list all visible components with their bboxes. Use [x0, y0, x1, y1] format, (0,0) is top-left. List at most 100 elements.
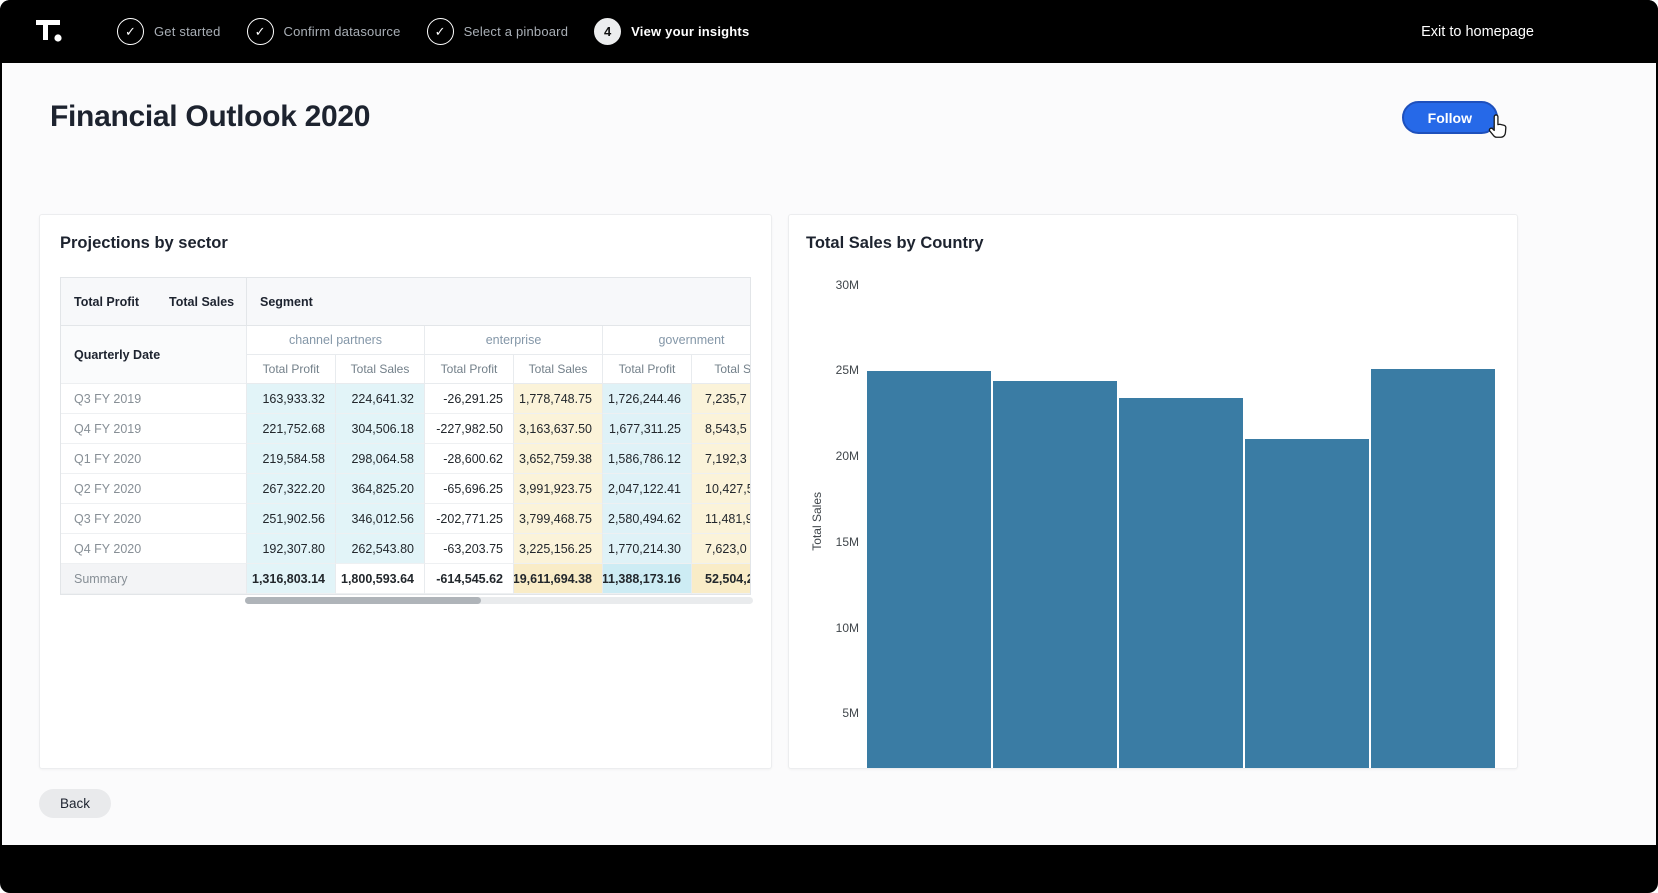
check-icon: ✓	[117, 18, 144, 45]
summary-cell: 19,611,694.38	[513, 564, 602, 594]
data-cell: -26,291.25	[424, 384, 513, 414]
table-card: Projections by sector Total ProfitTotal …	[39, 214, 772, 769]
column-header[interactable]: Total Sales	[513, 355, 602, 384]
data-cell: -63,203.75	[424, 534, 513, 564]
horizontal-scrollbar[interactable]	[245, 597, 753, 604]
cards-row: Projections by sector Total ProfitTotal …	[39, 214, 1518, 769]
data-cell: 267,322.20	[246, 474, 335, 504]
summary-cell: 1,800,593.64	[335, 564, 424, 594]
step-4-item[interactable]: 4View your insights	[594, 18, 749, 45]
y-tick-label: 25M	[836, 363, 859, 377]
row-label: Q3 FY 2020	[61, 504, 246, 534]
summary-cell: -614,545.62	[424, 564, 513, 594]
scrollbar-thumb[interactable]	[245, 597, 481, 604]
bar-2[interactable]	[993, 381, 1117, 769]
data-cell: 3,163,637.50	[513, 414, 602, 444]
step-label: Confirm datasource	[284, 24, 401, 39]
table-card-title: Projections by sector	[60, 234, 751, 253]
exit-homepage-link[interactable]: Exit to homepage	[1421, 24, 1534, 40]
row-label: Q4 FY 2020	[61, 534, 246, 564]
measure-header-2[interactable]: Total Sales	[169, 295, 234, 309]
page-header: Financial Outlook 2020 Follow	[2, 63, 1656, 134]
summary-cell: 1,316,803.14	[246, 564, 335, 594]
step-2-item[interactable]: ✓ Confirm datasource	[247, 18, 401, 45]
subheader-row: Total ProfitTotal SalesTotal ProfitTotal…	[246, 355, 751, 384]
row-label: Q4 FY 2019	[61, 414, 246, 444]
step-1-item[interactable]: ✓Get started	[117, 18, 221, 45]
step-label: Select a pinboard	[464, 24, 569, 39]
y-tick-label: 30M	[836, 278, 859, 292]
segment-header: enterprise	[424, 326, 602, 355]
bar-3[interactable]	[1119, 398, 1243, 769]
chart-card-title: Total Sales by Country	[806, 234, 1495, 253]
pivot-left-column: Total ProfitTotal SalesQuarterly DateQ3 …	[61, 278, 246, 594]
page-title: Financial Outlook 2020	[50, 100, 370, 134]
data-cell: 192,307.80	[246, 534, 335, 564]
y-tick-label: 10M	[836, 621, 859, 635]
row-label: Q3 FY 2019	[61, 384, 246, 414]
table-row: 163,933.32224,641.32-26,291.251,778,748.…	[246, 384, 751, 414]
plot-area	[867, 271, 1495, 769]
data-cell: 346,012.56	[335, 504, 424, 534]
data-cell: 1,677,311.25	[602, 414, 691, 444]
data-cell: -28,600.62	[424, 444, 513, 474]
y-axis-ticks: 30M 25M 20M 15M 10M 5M	[828, 271, 867, 769]
data-cell: 298,064.58	[335, 444, 424, 474]
y-tick-label: 5M	[842, 706, 859, 720]
back-button[interactable]: Back	[39, 789, 111, 818]
summary-cell: 52,504,2	[691, 564, 751, 594]
summary-row: 1,316,803.141,800,593.64-614,545.6219,61…	[246, 564, 751, 594]
row-label: Q1 FY 2020	[61, 444, 246, 474]
data-cell: 304,506.18	[335, 414, 424, 444]
logo-t-icon	[35, 17, 65, 47]
data-cell: 10,427,5	[691, 474, 751, 504]
y-tick-label: 20M	[836, 449, 859, 463]
data-cell: 1,770,214.30	[602, 534, 691, 564]
follow-button[interactable]: Follow	[1402, 101, 1498, 134]
summary-cell: 11,388,173.16	[602, 564, 691, 594]
summary-row-label: Summary	[61, 564, 246, 594]
stepper: ✓Get started✓Confirm datasource✓Select a…	[117, 18, 749, 45]
data-cell: 364,825.20	[335, 474, 424, 504]
data-cell: 251,902.56	[246, 504, 335, 534]
data-cell: 8,543,5	[691, 414, 751, 444]
segment-header: government	[602, 326, 751, 355]
data-cell: -65,696.25	[424, 474, 513, 504]
y-tick-label: 15M	[836, 535, 859, 549]
bar-5[interactable]	[1371, 369, 1495, 769]
data-cell: 7,192,3	[691, 444, 751, 474]
main-content: Financial Outlook 2020 Follow Projection…	[2, 63, 1656, 845]
data-cell: 1,586,786.12	[602, 444, 691, 474]
data-cell: 11,481,9	[691, 504, 751, 534]
thoughtspot-logo	[35, 17, 65, 47]
column-header[interactable]: Total Sa	[691, 355, 751, 384]
bar-4[interactable]	[1245, 439, 1369, 769]
table-row: 192,307.80262,543.80-63,203.753,225,156.…	[246, 534, 751, 564]
column-header[interactable]: Total Profit	[424, 355, 513, 384]
table-row: 251,902.56346,012.56-202,771.253,799,468…	[246, 504, 751, 534]
data-cell: 3,799,468.75	[513, 504, 602, 534]
segment-axis-label: Segment	[246, 278, 751, 326]
data-cell: 2,580,494.62	[602, 504, 691, 534]
follow-wrap: Follow	[1402, 101, 1498, 134]
bar-1[interactable]	[867, 371, 991, 770]
data-cell: 224,641.32	[335, 384, 424, 414]
segment-header: channel partners	[246, 326, 424, 355]
data-cell: 262,543.80	[335, 534, 424, 564]
column-header[interactable]: Total Sales	[335, 355, 424, 384]
step-3-item[interactable]: ✓Select a pinboard	[427, 18, 569, 45]
data-cell: -202,771.25	[424, 504, 513, 534]
check-icon: ✓	[247, 18, 274, 45]
step-label: View your insights	[631, 24, 749, 39]
row-label: Q2 FY 2020	[61, 474, 246, 504]
data-cell: 1,778,748.75	[513, 384, 602, 414]
y-axis-label: Total Sales	[810, 492, 824, 551]
column-header[interactable]: Total Profit	[246, 355, 335, 384]
column-header[interactable]: Total Profit	[602, 355, 691, 384]
data-cell: 2,047,122.41	[602, 474, 691, 504]
data-cell: 1,726,244.46	[602, 384, 691, 414]
data-cell: -227,982.50	[424, 414, 513, 444]
data-cell: 3,225,156.25	[513, 534, 602, 564]
chart-card: Total Sales by Country Total Sales 30M 25…	[788, 214, 1518, 769]
measure-header-1[interactable]: Total Profit	[74, 295, 139, 309]
